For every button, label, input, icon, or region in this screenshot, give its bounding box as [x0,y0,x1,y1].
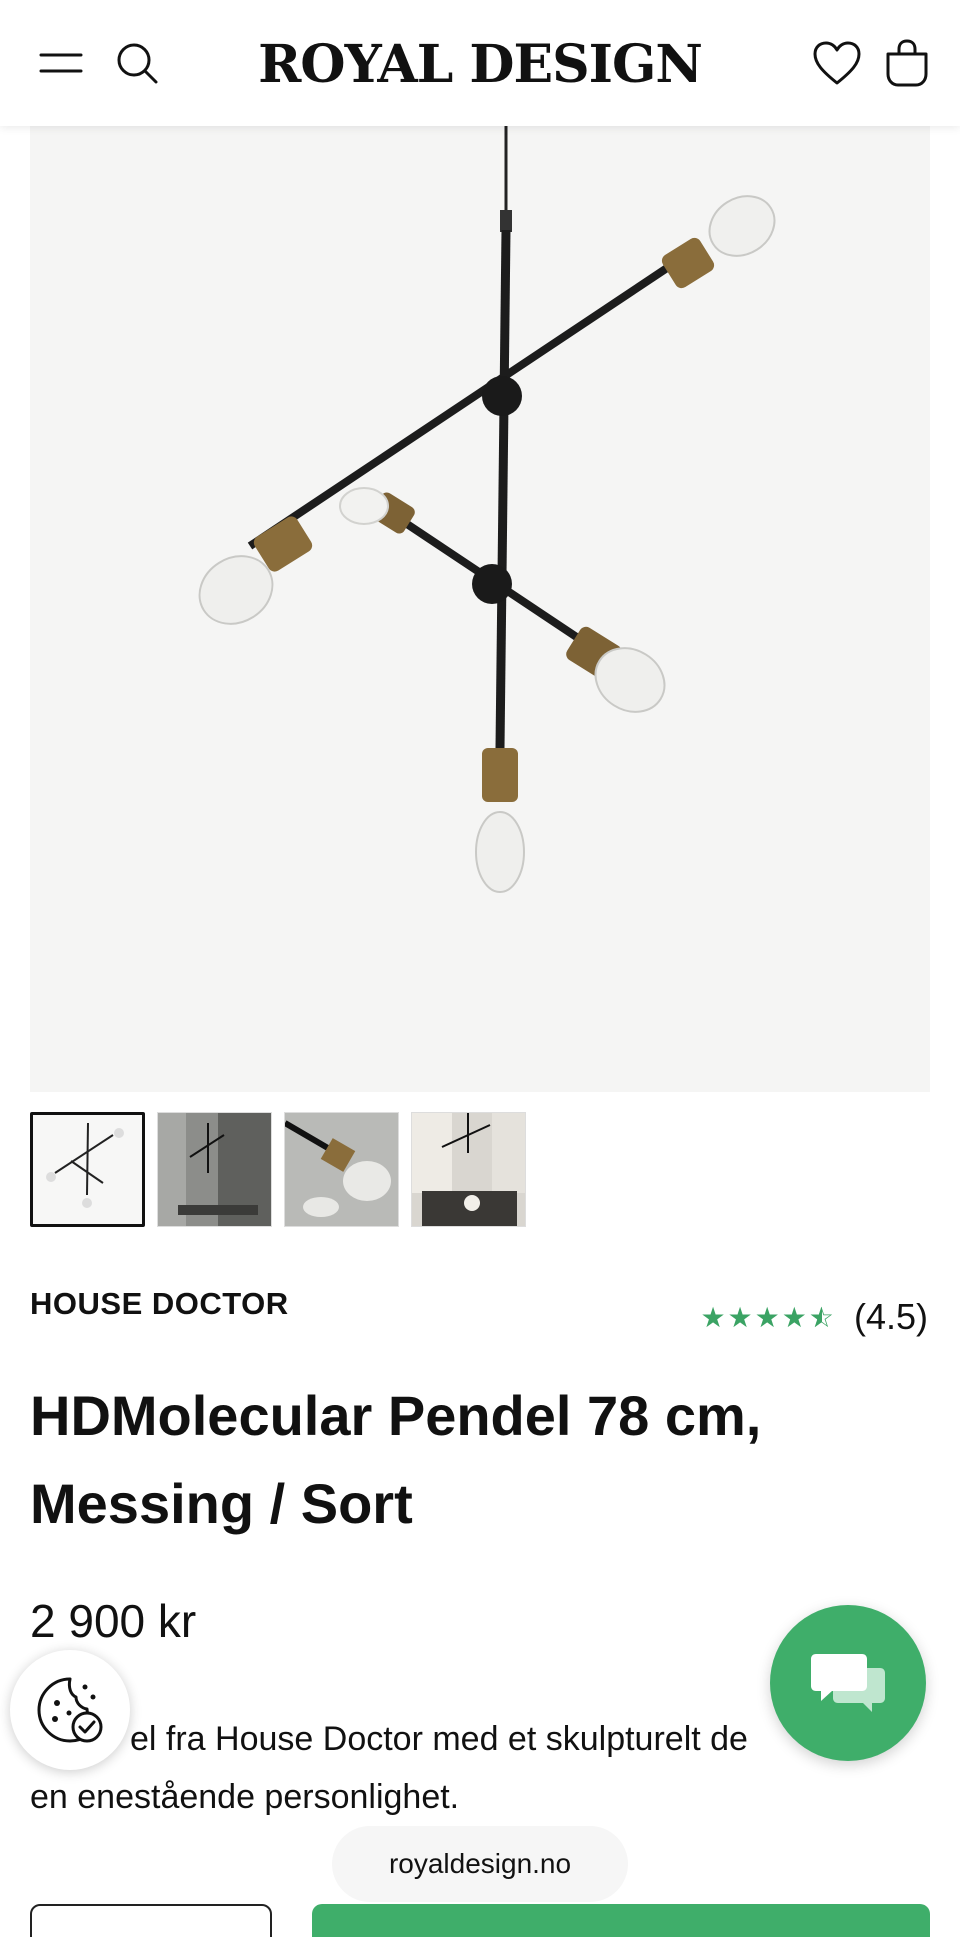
quantity-selector[interactable] [30,1904,272,1937]
product-price: 2 900 kr [30,1595,197,1647]
heart-icon[interactable] [810,36,864,90]
pendant-lamp-illustration [198,126,776,893]
product-title-line-1: HDMolecular Pendel 78 cm, [30,1384,762,1447]
product-title-line-2: Messing / Sort [30,1472,413,1535]
chat-bubbles-icon [811,1654,885,1712]
description-line-2: en enestående personlighet. [30,1778,460,1816]
chat-button[interactable] [770,1605,926,1761]
add-to-cart-button[interactable] [312,1904,930,1937]
cookie-settings-button[interactable] [10,1650,130,1770]
thumbnail-4[interactable] [411,1112,526,1227]
thumbnail-strip [30,1112,526,1227]
thumbnail-1[interactable] [30,1112,145,1227]
site-header: ROYAL DESIGN [0,0,960,126]
product-title: HDMolecular Pendel 78 cm, Messing / Sort [30,1372,910,1548]
product-rating[interactable]: ★★★★☆★ (4.5) [700,1296,928,1338]
cookie-icon [37,1677,103,1743]
thumbnail-3[interactable] [284,1112,399,1227]
bag-icon[interactable] [880,36,934,90]
rating-stars-icon: ★★★★☆★ [700,1301,836,1333]
thumbnail-2[interactable] [157,1112,272,1227]
description-line-1-main: el fra House Doctor med et skulpturelt d… [130,1720,748,1758]
product-brand[interactable]: HOUSE DOCTOR [30,1286,289,1322]
rating-value: (4.5) [853,1296,928,1337]
browser-url-pill[interactable]: royaldesign.no [332,1826,628,1902]
product-main-image[interactable] [30,126,930,1092]
